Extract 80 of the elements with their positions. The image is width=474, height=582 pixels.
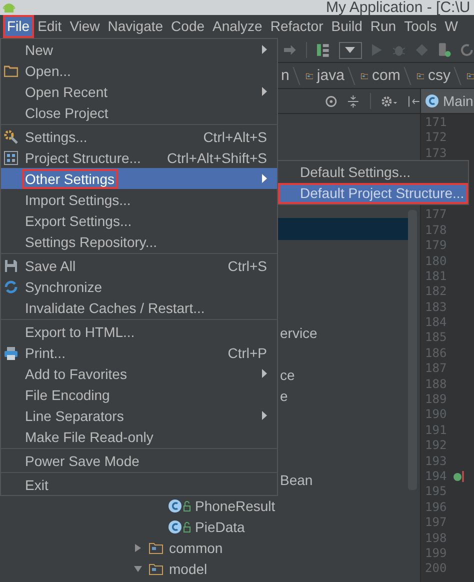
implements-marker-icon[interactable] bbox=[452, 471, 465, 482]
breadcrumb-item[interactable]: com bbox=[372, 67, 400, 84]
sync-icon bbox=[4, 280, 18, 294]
menu-item[interactable]: Settings... Ctrl+Alt+S bbox=[1, 126, 277, 147]
class-icon bbox=[168, 520, 192, 534]
robot-icon bbox=[2, 1, 16, 14]
tree-item-label: ervice bbox=[280, 324, 318, 343]
tree-item-label[interactable]: model bbox=[169, 560, 208, 576]
menu-item[interactable]: Make File Read-only bbox=[1, 426, 277, 447]
class-icon bbox=[425, 94, 439, 108]
menu-bar-item[interactable]: Build bbox=[327, 15, 366, 38]
menu-item[interactable]: Exit bbox=[1, 474, 277, 495]
class-icon bbox=[168, 498, 192, 512]
menu-item[interactable]: Open Recent bbox=[1, 81, 277, 102]
menu-bar-item[interactable]: Run bbox=[366, 15, 400, 38]
menu-item[interactable]: Save All Ctrl+S bbox=[1, 255, 277, 276]
collapse-icon[interactable] bbox=[347, 94, 360, 108]
menu-item[interactable]: Import Settings... bbox=[1, 189, 277, 210]
submenu-arrow-icon bbox=[262, 45, 267, 54]
menu-bar-item[interactable]: File bbox=[3, 15, 34, 38]
gear-icon[interactable] bbox=[380, 94, 398, 108]
forward-arrow-icon[interactable] bbox=[283, 44, 297, 56]
menu-bar-item[interactable]: Code bbox=[167, 15, 209, 38]
breadcrumb-item[interactable]: n bbox=[281, 67, 290, 84]
tree-item-label: ce bbox=[280, 366, 296, 385]
menu-item[interactable]: Synchronize bbox=[1, 276, 277, 297]
caret-icon bbox=[345, 47, 356, 53]
menu-item[interactable]: Power Save Mode bbox=[1, 450, 277, 471]
menu-item[interactable]: Project Structure... Ctrl+Alt+Shift+S bbox=[1, 147, 277, 168]
expand-arrow-icon[interactable] bbox=[133, 542, 143, 552]
target-icon[interactable] bbox=[325, 94, 338, 108]
menu-item[interactable]: Export Settings... bbox=[1, 210, 277, 231]
shortcut-label: Ctrl+S bbox=[228, 258, 267, 274]
menu-bar-item[interactable]: W bbox=[440, 15, 462, 38]
menu-bar-item[interactable]: Refactor bbox=[266, 15, 328, 38]
tree-item-label[interactable]: PieData bbox=[195, 518, 245, 534]
wrench-icon bbox=[4, 130, 18, 144]
submenu-arrow-icon bbox=[262, 411, 267, 420]
menu-bar-item[interactable]: Analyze bbox=[208, 15, 266, 38]
tree-item-label: Bean bbox=[280, 471, 314, 490]
grid-icon bbox=[4, 150, 18, 164]
menu-item[interactable]: Default Project Structure... bbox=[278, 183, 468, 204]
shortcut-label: Ctrl+Alt+S bbox=[203, 128, 267, 144]
menu-item[interactable]: New bbox=[1, 39, 277, 60]
menu-item[interactable]: Other Settings bbox=[1, 168, 277, 189]
menu-bar-item[interactable]: Edit bbox=[34, 15, 66, 38]
breadcrumb-item[interactable]: java bbox=[316, 67, 344, 84]
dropdown-button[interactable] bbox=[338, 42, 362, 58]
menu-item[interactable]: Open... bbox=[1, 60, 277, 81]
hide-panel-icon[interactable] bbox=[408, 94, 420, 108]
menu-bar-item[interactable]: Tools bbox=[400, 15, 441, 38]
menu-item[interactable]: Settings Repository... bbox=[1, 231, 277, 252]
menu-item[interactable]: Line Separators bbox=[1, 405, 277, 426]
menu-item[interactable]: Export to HTML... bbox=[1, 321, 277, 342]
submenu-arrow-icon bbox=[262, 369, 267, 378]
editor-tab[interactable]: Main bbox=[421, 89, 474, 114]
menu-item[interactable]: Default Settings... bbox=[278, 162, 468, 183]
tree-item-label: e bbox=[280, 387, 289, 406]
tree-item-label[interactable]: common bbox=[169, 540, 223, 556]
device-icon[interactable] bbox=[437, 42, 452, 58]
menu-bar-item[interactable]: View bbox=[66, 15, 104, 38]
menu-item[interactable]: Close Project bbox=[1, 102, 277, 123]
sync-icon[interactable] bbox=[460, 43, 474, 57]
submenu-arrow-icon bbox=[262, 174, 267, 183]
shortcut-label: Ctrl+P bbox=[228, 344, 267, 360]
menu-item[interactable]: Print... Ctrl+P bbox=[1, 342, 277, 363]
menu-item[interactable]: Add to Favorites bbox=[1, 363, 277, 384]
menu-item[interactable]: Invalidate Caches / Restart... bbox=[1, 297, 277, 318]
submenu-arrow-icon bbox=[262, 87, 267, 96]
menu-item[interactable]: File Encoding bbox=[1, 384, 277, 405]
menu-bar-item[interactable]: Navigate bbox=[104, 15, 168, 38]
folder-icon bbox=[149, 562, 163, 574]
expand-arrow-icon[interactable] bbox=[133, 564, 143, 574]
folder-icon bbox=[149, 542, 163, 554]
folder-icon bbox=[4, 64, 18, 76]
window-title: My Application - [C:\U bbox=[326, 0, 470, 15]
tree-item-label[interactable]: PhoneResult bbox=[195, 498, 276, 514]
shortcut-label: Ctrl+Alt+Shift+S bbox=[167, 150, 267, 166]
printer-icon bbox=[4, 346, 18, 360]
breadcrumb-item[interactable]: csy bbox=[428, 67, 450, 84]
